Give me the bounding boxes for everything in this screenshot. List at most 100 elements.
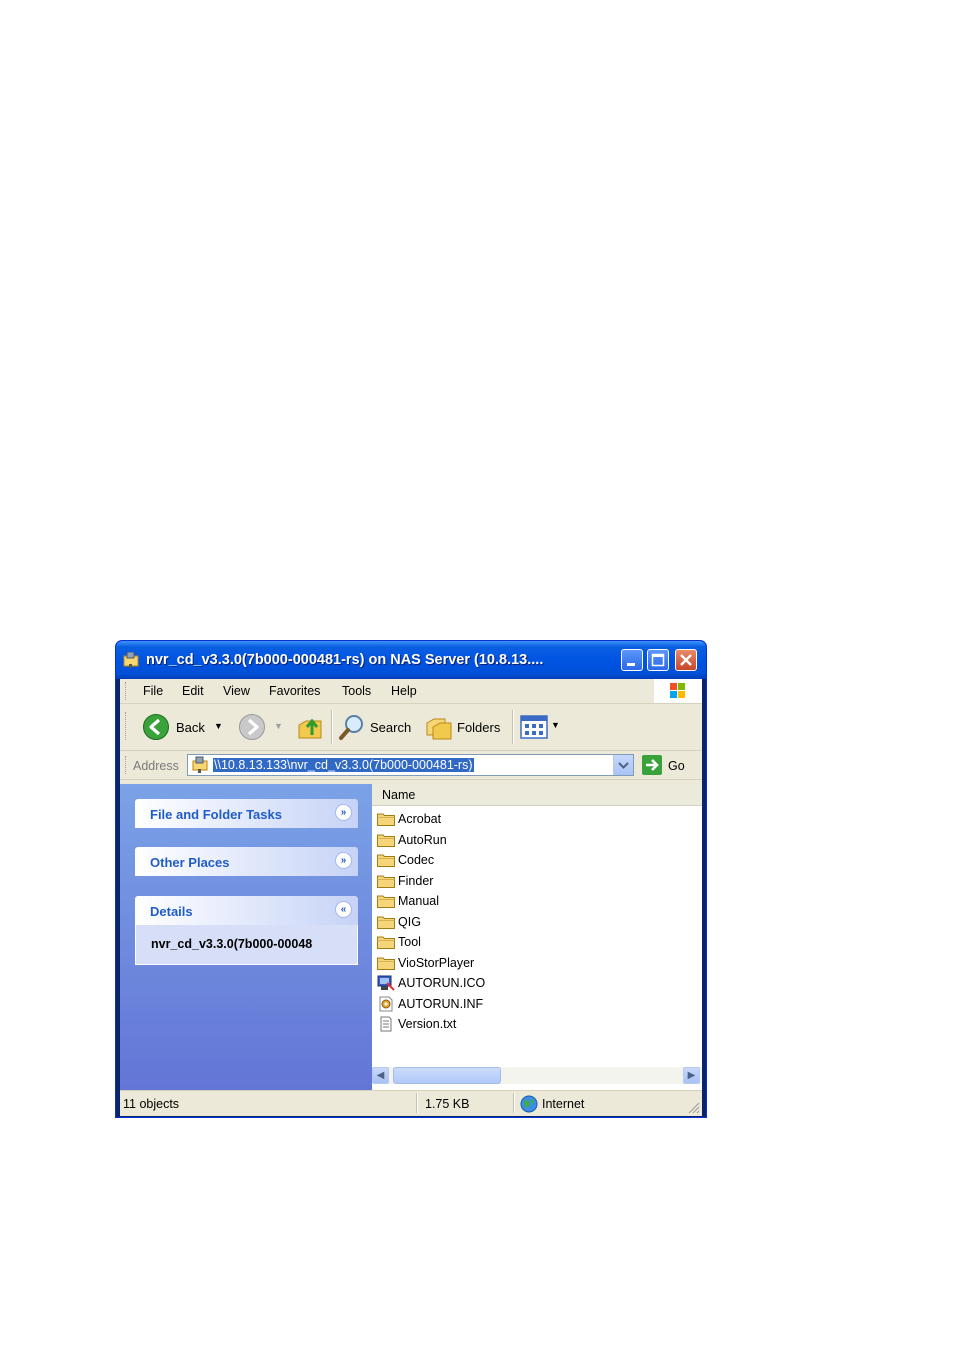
address-value: \\10.8.13.133\nvr_cd_v3.3.0(7b000-000481… <box>213 758 474 772</box>
file-name: AUTORUN.ICO <box>398 976 486 990</box>
status-zone: Internet <box>542 1097 585 1111</box>
search-label: Search <box>370 720 412 735</box>
other-places-panel[interactable]: Other Places » <box>135 847 358 876</box>
folder-icon <box>377 854 395 867</box>
menu-bar: File Edit View Favorites Tools Help <box>120 679 702 704</box>
other-places-header[interactable]: Other Places » <box>135 847 358 876</box>
horizontal-scrollbar[interactable]: ◀ ▶ <box>372 1067 702 1084</box>
back-dropdown-icon[interactable]: ▼ <box>214 721 223 731</box>
file-name: Acrobat <box>398 812 442 826</box>
column-header-name[interactable]: Name <box>372 784 702 806</box>
maximize-icon <box>651 653 665 667</box>
list-item[interactable]: AUTORUN.ICO <box>377 973 677 993</box>
collapse-chevron-icon[interactable]: « <box>335 901 352 918</box>
address-input[interactable]: \\10.8.13.133\nvr_cd_v3.3.0(7b000-000481… <box>187 754 634 776</box>
file-folder-tasks-panel[interactable]: File and Folder Tasks » <box>135 799 358 828</box>
folders-label: Folders <box>457 720 501 735</box>
file-name: Manual <box>398 894 439 908</box>
status-object-count: 11 objects <box>123 1097 180 1111</box>
resize-grip-icon[interactable] <box>686 1100 700 1114</box>
address-grip[interactable] <box>125 756 128 774</box>
list-item[interactable]: Finder <box>377 871 677 891</box>
menu-file[interactable]: File <box>143 684 163 698</box>
views-button[interactable]: ▼ <box>520 714 562 740</box>
list-item[interactable]: VioStorPlayer <box>377 953 677 973</box>
file-folder-tasks-title: File and Folder Tasks <box>150 807 282 822</box>
expand-chevron-icon[interactable]: » <box>335 804 352 821</box>
menu-tools[interactable]: Tools <box>342 684 371 698</box>
list-item[interactable]: Codec <box>377 850 677 870</box>
network-folder-icon <box>123 652 139 668</box>
folder-icon <box>377 895 395 908</box>
folder-icon <box>377 875 395 888</box>
file-name: Finder <box>398 873 434 888</box>
file-list: Name Acrobat AutoRun Codec Finder Manual <box>372 784 702 1090</box>
status-bar: 11 objects 1.75 KB Internet <box>120 1090 702 1116</box>
details-header[interactable]: Details « <box>135 896 358 925</box>
file-name: Codec <box>398 853 435 867</box>
folder-icon <box>377 916 395 929</box>
toolbar-grip[interactable] <box>125 712 128 740</box>
list-item[interactable]: Acrobat <box>377 809 677 829</box>
address-dropdown-button[interactable] <box>613 755 633 775</box>
file-name: VioStorPlayer <box>398 955 475 970</box>
details-title: Details <box>150 904 193 919</box>
forward-icon <box>239 714 265 740</box>
go-arrow-icon <box>646 759 659 771</box>
back-button[interactable]: Back ▼ <box>142 713 227 741</box>
back-icon <box>143 714 169 740</box>
window-title: nvr_cd_v3.3.0(7b000-000481-rs) on NAS Se… <box>146 652 544 668</box>
menu-view[interactable]: View <box>223 684 250 698</box>
scroll-left-button[interactable]: ◀ <box>372 1067 389 1084</box>
details-body: nvr_cd_v3.3.0(7b000-00048 <box>135 925 358 965</box>
menu-grip[interactable] <box>125 682 128 700</box>
title-bar[interactable]: nvr_cd_v3.3.0(7b000-000481-rs) on NAS Se… <box>116 641 706 679</box>
text-file-icon <box>380 1016 392 1032</box>
ico-file-icon <box>377 975 395 991</box>
details-panel[interactable]: Details « nvr_cd_v3.3.0(7b000-00048 <box>135 896 358 965</box>
go-label[interactable]: Go <box>668 759 685 773</box>
file-folder-tasks-header[interactable]: File and Folder Tasks » <box>135 799 358 828</box>
up-folder-icon[interactable] <box>296 713 324 741</box>
chevron-down-icon <box>618 762 629 769</box>
scroll-thumb[interactable] <box>393 1067 501 1084</box>
list-item[interactable]: AutoRun <box>377 830 677 850</box>
inf-file-icon <box>379 996 393 1011</box>
file-name: AutoRun <box>398 832 447 847</box>
close-button[interactable] <box>675 649 697 671</box>
menu-edit[interactable]: Edit <box>182 684 204 698</box>
folders-button[interactable]: Folders <box>425 713 505 741</box>
address-bar: Address \\10.8.13.133\nvr_cd_v3.3.0(7b00… <box>120 751 702 780</box>
status-separator <box>513 1093 515 1113</box>
list-item[interactable]: QIG <box>377 912 677 932</box>
menu-favorites[interactable]: Favorites <box>269 684 320 698</box>
list-item[interactable]: Tool <box>377 932 677 952</box>
file-name: AUTORUN.INF <box>398 996 484 1011</box>
other-places-title: Other Places <box>150 855 230 870</box>
network-share-icon <box>192 756 208 773</box>
minimize-button[interactable] <box>621 649 643 671</box>
standard-toolbar: Back ▼ ▼ Search Folders ▼ <box>120 704 702 751</box>
list-item[interactable]: Manual <box>377 891 677 911</box>
scroll-right-button[interactable]: ▶ <box>683 1067 700 1084</box>
menu-help[interactable]: Help <box>391 684 417 698</box>
forward-button[interactable]: ▼ <box>238 713 283 741</box>
forward-dropdown-icon: ▼ <box>274 721 283 731</box>
search-icon <box>339 715 363 740</box>
windows-logo <box>654 679 702 703</box>
expand-chevron-icon[interactable]: » <box>335 852 352 869</box>
explorer-window: nvr_cd_v3.3.0(7b000-000481-rs) on NAS Se… <box>115 640 707 1118</box>
folders-icon <box>426 718 452 740</box>
file-name: QIG <box>398 914 421 929</box>
status-separator <box>416 1093 418 1113</box>
go-button[interactable] <box>642 755 662 775</box>
maximize-button[interactable] <box>647 649 669 671</box>
list-item[interactable]: Version.txt <box>377 1014 677 1034</box>
minimize-icon <box>627 663 635 666</box>
windows-flag-icon <box>670 683 685 698</box>
close-icon <box>680 654 692 666</box>
address-label: Address <box>133 759 179 773</box>
list-item[interactable]: AUTORUN.INF <box>377 994 677 1014</box>
views-dropdown-icon[interactable]: ▼ <box>551 720 560 730</box>
search-button[interactable]: Search <box>338 713 416 741</box>
